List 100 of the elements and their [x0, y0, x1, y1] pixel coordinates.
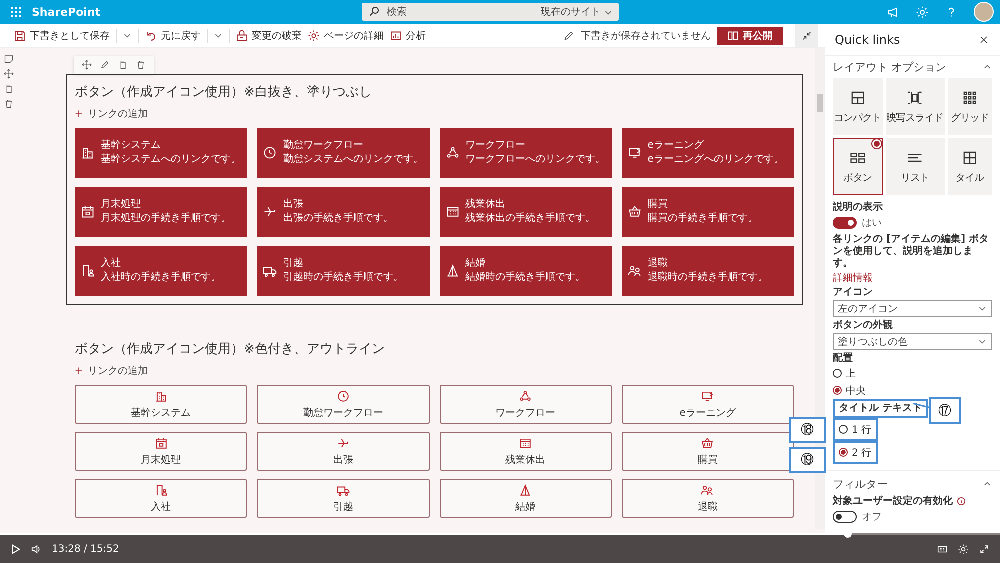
dropdown[interactable]: 左のアイコン: [833, 300, 992, 317]
book-icon: [727, 30, 739, 42]
layout-option[interactable]: グリッド: [948, 78, 992, 135]
quick-link-tile[interactable]: 出張 出張の手続き手順です。: [257, 187, 430, 237]
quick-link-tile[interactable]: 勤怠ワークフロー: [257, 385, 430, 424]
quick-link-tile[interactable]: eラーニング eラーニングへのリンクです。: [622, 128, 794, 178]
quick-link-tile[interactable]: 基幹システム: [75, 385, 248, 424]
quick-link-tile[interactable]: 入社: [75, 479, 248, 518]
delete-icon[interactable]: [4, 99, 14, 109]
link-title: 結婚: [516, 500, 536, 514]
note-icon[interactable]: [4, 54, 14, 64]
quick-link-tile[interactable]: 引越 引越時の手続き手順です。: [257, 246, 430, 296]
move-icon[interactable]: [4, 69, 14, 79]
field-label: 説明の表示: [833, 201, 884, 214]
network-icon: [519, 390, 532, 402]
radio-option[interactable]: 中央: [833, 382, 870, 399]
quick-link-tile[interactable]: 結婚: [440, 479, 612, 518]
move-icon[interactable]: [82, 60, 92, 70]
link-text: 基幹システム 基幹システムへのリンクです。: [101, 139, 241, 167]
toggle-switch[interactable]: [833, 217, 857, 229]
toolbar-button[interactable]: 元に戻す: [145, 24, 201, 47]
quick-link-tile[interactable]: 勤怠ワークフロー 勤怠システムへのリンクです。: [257, 128, 430, 178]
collapse-button[interactable]: [795, 24, 818, 47]
delete-icon[interactable]: [136, 60, 146, 70]
link-text: 出張 出張の手続き手順です。: [283, 198, 394, 226]
publish-button[interactable]: 再公開: [717, 26, 783, 44]
quick-link-tile[interactable]: 出張: [257, 432, 430, 471]
search-field[interactable]: 検索 現在のサイト: [362, 3, 619, 21]
layout-option[interactable]: タイル: [948, 138, 992, 195]
link-text: 退職 退職時の手続き手順です。: [648, 257, 768, 285]
layout-option[interactable]: リスト: [886, 138, 944, 195]
close-icon[interactable]: [978, 34, 990, 46]
quick-link-tile[interactable]: eラーニング: [622, 385, 794, 424]
layout-option[interactable]: 映写スライド: [886, 78, 944, 135]
quick-link-tile[interactable]: 月末処理: [75, 432, 248, 471]
network-icon: [446, 146, 460, 160]
truck-icon: [263, 264, 278, 278]
radio-option[interactable]: 1 行: [833, 418, 878, 441]
quick-link-tile[interactable]: 購買: [622, 432, 794, 471]
toolbar-button[interactable]: 下書きとして保存: [14, 24, 110, 47]
field-label: 配置: [833, 352, 854, 365]
add-link-button[interactable]: リンクの追加: [75, 107, 148, 121]
search-scope-dropdown[interactable]: 現在のサイト: [541, 5, 613, 19]
copy-icon[interactable]: [118, 60, 128, 70]
app-launcher-icon[interactable]: [10, 6, 22, 18]
collapse-icon: [800, 30, 812, 42]
chevron-up-icon[interactable]: [983, 480, 992, 488]
dropdown[interactable]: 塗りつぶしの色: [833, 333, 992, 350]
quick-link-tile[interactable]: 退職 退職時の手続き手順です。: [622, 246, 794, 296]
learn-more-link[interactable]: 詳細情報: [833, 272, 873, 286]
tent-icon: [519, 484, 532, 496]
chevron-up-icon[interactable]: [983, 62, 992, 72]
quick-link-tile[interactable]: 結婚 結婚時の手続き手順です。: [440, 246, 612, 296]
link-text: 勤怠ワークフロー 勤怠システムへのリンクです。: [283, 139, 424, 167]
captions-icon[interactable]: [937, 544, 948, 554]
section-title: ボタン（作成アイコン使用）※色付き、アウトライン: [75, 341, 386, 358]
quick-link-tile[interactable]: 退職: [622, 479, 794, 518]
pencil-icon[interactable]: [100, 60, 110, 70]
quick-link-tile[interactable]: ワークフロー ワークフローへのリンクです。: [440, 128, 612, 178]
fullscreen-icon[interactable]: [979, 544, 990, 554]
volume-icon[interactable]: [31, 544, 42, 554]
quick-link-tile[interactable]: 基幹システム 基幹システムへのリンクです。: [75, 128, 248, 178]
toolbar-button[interactable]: ページの詳細: [308, 24, 384, 47]
radio-option[interactable]: 上: [833, 365, 860, 382]
clock-icon: [263, 146, 278, 160]
avatar[interactable]: [974, 2, 994, 22]
quick-link-tile[interactable]: 残業休出 残業休出の手続き手順です。: [440, 187, 612, 237]
quick-link-tile[interactable]: 入社 入社時の手続き手順です。: [75, 246, 248, 296]
radio-option[interactable]: 2 行: [833, 441, 878, 464]
quick-link-tile[interactable]: 残業休出: [440, 432, 612, 471]
gear-icon: [308, 30, 320, 42]
copy-icon[interactable]: [4, 84, 14, 94]
toggle-switch[interactable]: [833, 511, 857, 523]
plus-icon: [75, 367, 83, 375]
people-icon: [628, 264, 642, 278]
clock-icon: [336, 390, 350, 402]
link-text: 入社 入社時の手続き手順です。: [101, 257, 221, 285]
callout-number: ⑲: [789, 447, 826, 473]
megaphone-icon[interactable]: [887, 6, 900, 18]
tent-icon: [446, 264, 460, 278]
quick-link-tile[interactable]: 購買 購買の手続き手順です。: [622, 187, 794, 237]
play-icon[interactable]: [10, 544, 21, 554]
info-icon[interactable]: [957, 497, 966, 506]
toolbar-button[interactable]: 分析: [390, 24, 426, 47]
calendar-icon: [519, 436, 532, 450]
quick-link-tile[interactable]: ワークフロー: [440, 385, 612, 424]
link-text: 引越 引越時の手続き手順です。: [283, 257, 404, 285]
plane-icon: [263, 205, 278, 219]
selected-web-part[interactable]: [66, 74, 803, 305]
quick-link-tile[interactable]: 月末処理 月末処理の手続き手順です。: [75, 187, 248, 237]
quick-link-tile[interactable]: 引越: [257, 479, 430, 518]
add-link-button[interactable]: リンクの追加: [75, 364, 148, 378]
calendar-icon: [446, 205, 460, 219]
layout-option[interactable]: コンパクト: [833, 78, 882, 135]
layout-option[interactable]: ボタン: [833, 138, 882, 195]
settings-icon[interactable]: [958, 544, 969, 554]
callout-number: ⑰: [929, 397, 961, 424]
toolbar-button[interactable]: 変更の破棄: [236, 24, 302, 47]
person-icon: [81, 264, 95, 278]
calendar-icon: [81, 205, 95, 219]
